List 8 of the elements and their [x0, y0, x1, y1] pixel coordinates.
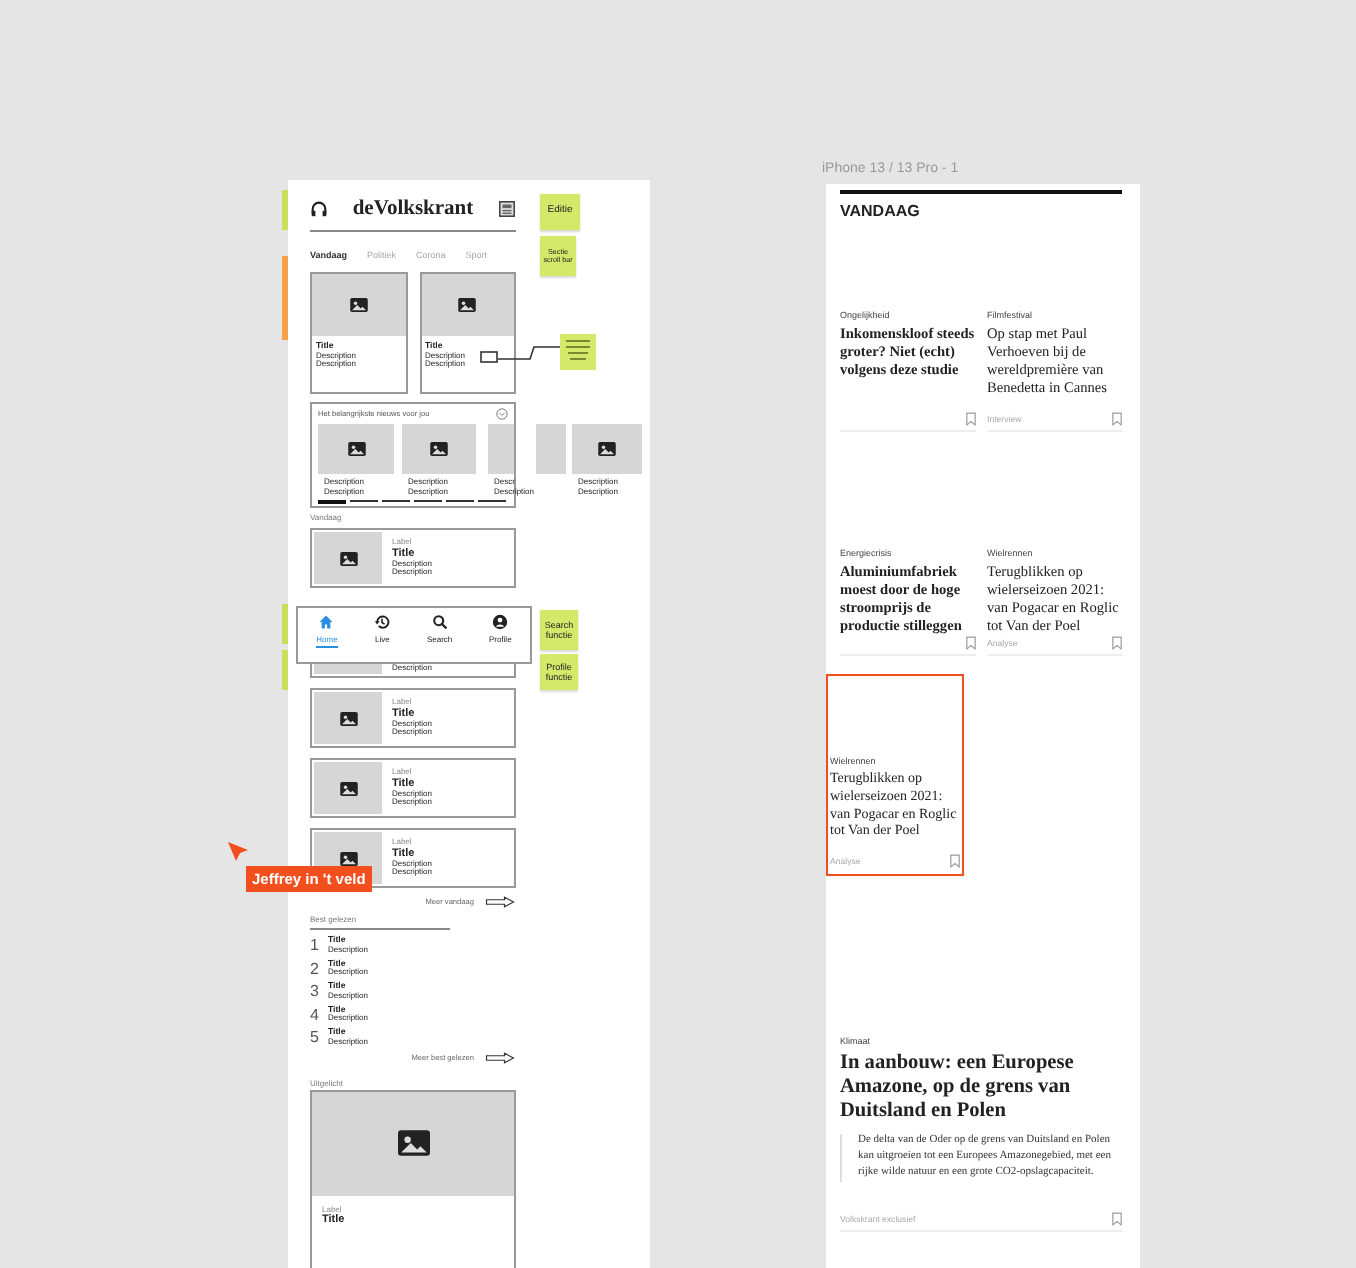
rank-number: 2	[310, 959, 320, 978]
article-headline[interactable]: In aanbouw: een Europese Amazone, op de grens van Duitsland en Polen	[840, 1052, 1122, 1123]
section-heading: VANDAAG	[840, 202, 922, 220]
rank-number: 1	[310, 936, 320, 955]
logo-text: deVolkskrant	[352, 198, 474, 220]
rank-number: 5	[310, 1028, 320, 1047]
rank-number: 4	[310, 1005, 320, 1024]
rank-number: 3	[310, 982, 320, 1001]
